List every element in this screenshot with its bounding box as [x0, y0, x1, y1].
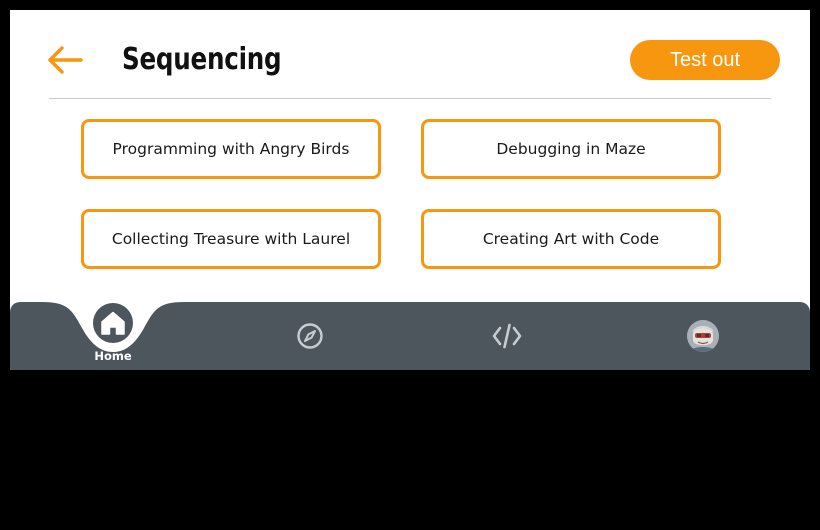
- avatar: [687, 320, 719, 352]
- lesson-card-art[interactable]: Creating Art with Code: [421, 209, 721, 269]
- bottom-navigation: Home: [10, 302, 810, 370]
- avatar-icon: [687, 320, 719, 352]
- nav-explore[interactable]: [265, 302, 355, 370]
- nav-home[interactable]: Home: [68, 302, 158, 370]
- app-screen: Sequencing Test out Programming with Ang…: [10, 10, 810, 370]
- home-icon-circle: [93, 303, 133, 343]
- page-title: Sequencing: [122, 42, 282, 77]
- lesson-card-angry-birds[interactable]: Programming with Angry Birds: [81, 119, 381, 179]
- test-out-button[interactable]: Test out: [630, 40, 780, 80]
- lesson-card-maze[interactable]: Debugging in Maze: [421, 119, 721, 179]
- arrow-left-icon: [48, 46, 83, 74]
- home-icon: [101, 311, 125, 335]
- nav-profile[interactable]: [658, 302, 748, 370]
- nav-code[interactable]: [462, 302, 552, 370]
- back-button[interactable]: [44, 40, 86, 80]
- code-icon: [492, 323, 522, 349]
- nav-home-label: Home: [94, 349, 132, 363]
- header-divider: [49, 98, 771, 99]
- compass-icon: [297, 323, 323, 349]
- lesson-card-laurel[interactable]: Collecting Treasure with Laurel: [81, 209, 381, 269]
